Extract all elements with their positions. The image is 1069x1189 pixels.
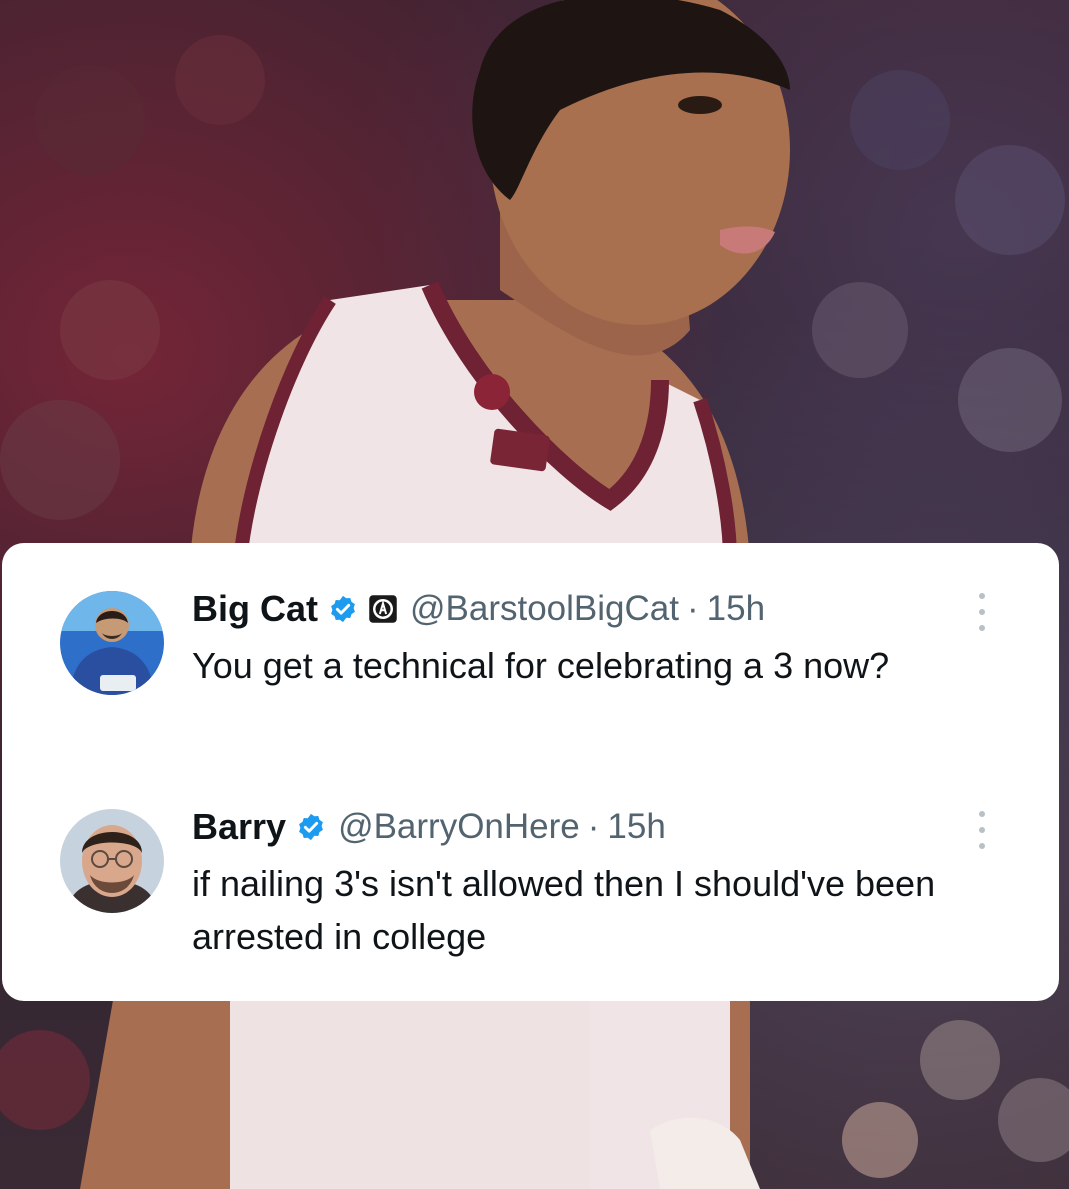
more-options-icon[interactable] xyxy=(970,811,994,849)
avatar-barry[interactable] xyxy=(60,809,164,913)
verified-badge-icon xyxy=(331,595,355,623)
more-dot xyxy=(979,609,985,615)
avatar-big-cat-image xyxy=(60,591,164,695)
verified-badge-icon xyxy=(299,813,323,841)
more-dot xyxy=(979,843,985,849)
display-name[interactable]: Big Cat xyxy=(192,588,318,630)
avatar-barry-image xyxy=(60,809,164,913)
timestamp[interactable]: 15h xyxy=(607,807,665,847)
more-dot xyxy=(979,593,985,599)
user-handle[interactable]: @BarryOnHere xyxy=(338,807,580,847)
tweet-header: Barry @BarryOnHere · 15h xyxy=(192,805,666,849)
display-name[interactable]: Barry xyxy=(192,806,286,848)
avatar-big-cat[interactable] xyxy=(60,591,164,695)
tweet-text: You get a technical for celebrating a 3 … xyxy=(192,645,890,686)
more-options-icon[interactable] xyxy=(970,593,994,631)
separator-dot: · xyxy=(587,807,600,846)
more-dot xyxy=(979,827,985,833)
tweet-text: if nailing 3's isn't allowed then I shou… xyxy=(192,863,936,957)
separator-dot: · xyxy=(686,589,699,628)
user-handle[interactable]: @BarstoolBigCat xyxy=(410,589,679,629)
tweet-card: Big Cat @BarstoolBigCat · 15h You get a … xyxy=(2,543,1059,1001)
tweet-header: Big Cat @BarstoolBigCat · 15h xyxy=(192,587,765,631)
more-dot xyxy=(979,811,985,817)
more-dot xyxy=(979,625,985,631)
timestamp[interactable]: 15h xyxy=(707,589,765,629)
affiliate-badge-icon[interactable] xyxy=(368,594,398,624)
